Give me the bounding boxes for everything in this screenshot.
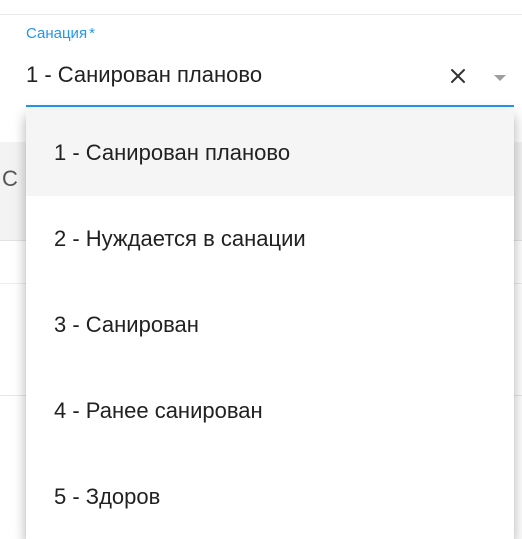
sanation-options-menu: 1 - Санирован планово 2 - Нуждается в са… <box>26 110 514 539</box>
clear-selection-button[interactable] <box>446 64 470 88</box>
menu-option[interactable]: 4 - Ранее санирован <box>26 368 514 454</box>
field-underline <box>26 105 514 107</box>
open-dropdown-button[interactable] <box>490 67 510 87</box>
required-marker: * <box>89 25 95 42</box>
menu-option[interactable]: 3 - Санирован <box>26 282 514 368</box>
menu-option[interactable]: 2 - Нуждается в санации <box>26 196 514 282</box>
caret-down-icon <box>494 75 506 81</box>
background-partial-text: С <box>2 166 18 191</box>
sanation-label-text: Санация <box>26 25 88 42</box>
sanation-label: Санация * <box>26 26 95 41</box>
sanation-selected-value[interactable]: 1 - Санирован планово <box>26 64 262 86</box>
menu-option[interactable]: 1 - Санирован планово <box>26 110 514 196</box>
close-icon <box>451 69 465 83</box>
menu-option[interactable]: 5 - Здоров <box>26 454 514 539</box>
sanation-select[interactable]: Санация * 1 - Санирован планово <box>26 14 514 107</box>
